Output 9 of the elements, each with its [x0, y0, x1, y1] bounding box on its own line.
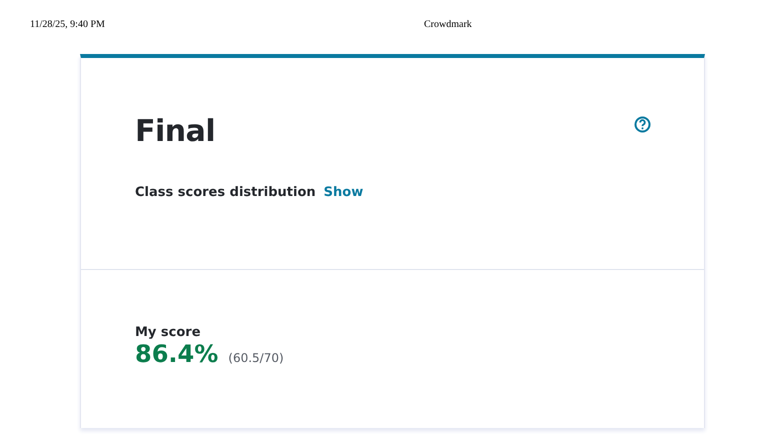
- page-title: Crowdmark: [424, 19, 472, 30]
- score-label: My score: [135, 325, 202, 340]
- assessment-title: Final: [135, 114, 216, 149]
- help-icon[interactable]: [634, 116, 651, 133]
- print-date: 11/28/25, 9:40 PM: [30, 19, 105, 30]
- distribution-label: Class scores distribution: [135, 185, 316, 200]
- score-percent: 86.4%: [135, 340, 218, 368]
- show-link[interactable]: Show: [324, 185, 364, 200]
- score-points: (60.5/70): [228, 351, 284, 365]
